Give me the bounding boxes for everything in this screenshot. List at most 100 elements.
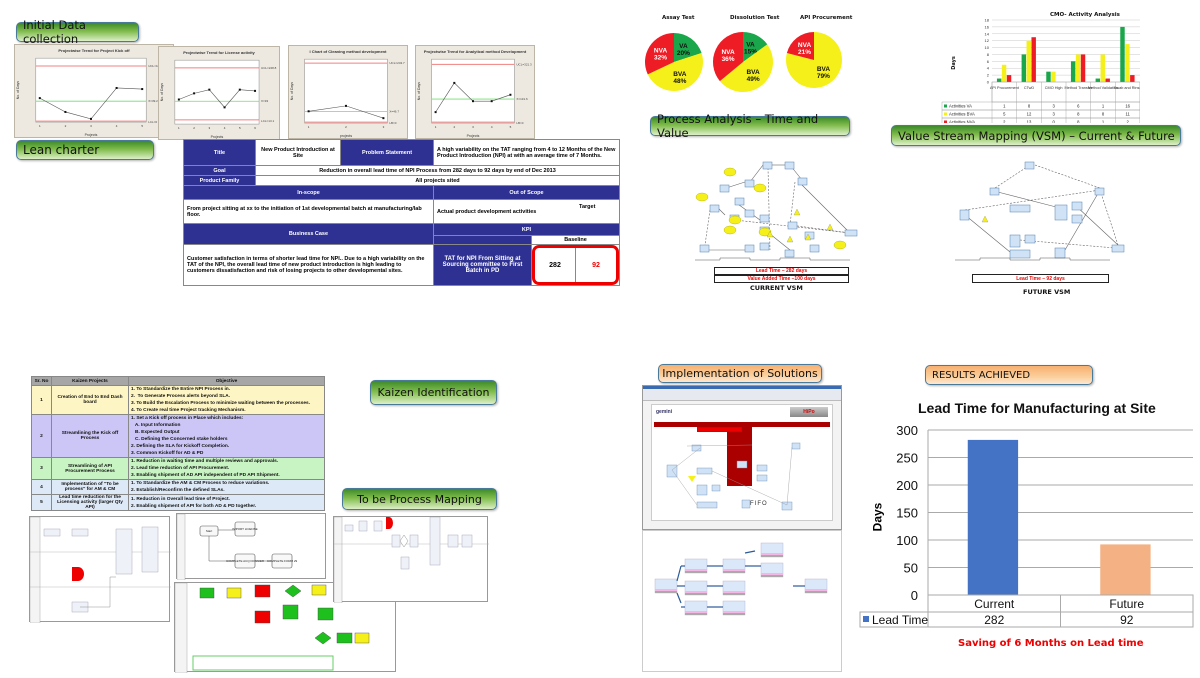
pie-label: VA <box>746 41 755 48</box>
kaizen-header-no: Sr. No <box>31 376 52 386</box>
data-point <box>509 93 512 96</box>
y-tick-label: 12 <box>985 38 990 43</box>
vsm-process-box <box>1054 204 1068 221</box>
implementation-screenshot-network <box>642 530 842 672</box>
y-tick-label: 300 <box>896 423 918 438</box>
data-point <box>472 100 474 103</box>
x-tick-label: 3 <box>90 124 92 128</box>
table-value: 8 <box>1028 104 1031 109</box>
kaizen-objective-line: 2. Establish/Reconfirm the defined SLAs. <box>131 488 225 493</box>
network-node-footer <box>723 593 745 595</box>
data-point <box>208 88 211 91</box>
vsm-process-box <box>787 221 798 230</box>
kaizen-objective-line: 2. To Generate Process alerts beyond SLA… <box>131 394 231 399</box>
control-chart-svg: UCL=321.3 X=131.6 LB=0 Projects No. of Days 1… <box>417 58 532 138</box>
vsm-process-box <box>784 161 795 170</box>
category-label: API Procurement <box>990 86 1020 90</box>
kaizen-objective-line: A. Input Information <box>131 423 181 428</box>
kaizen-objective-line: 4. To Create real time Project tracking … <box>131 408 246 413</box>
vsm-kaizen-burst <box>723 225 737 235</box>
control-chart-license: Projectwise Trend for License activity U… <box>158 46 280 140</box>
network-node-status <box>655 589 677 591</box>
limit-label: LCL=13.1 <box>261 119 274 123</box>
network-arrow <box>676 565 682 582</box>
vsm-timeline <box>695 257 850 261</box>
header-initial-data-collection: Initial Data collection <box>16 18 139 46</box>
y-tick-label: 50 <box>904 561 918 576</box>
y-tick-label: 0 <box>911 588 918 603</box>
results-chart: Lead Time for Manufacturing at Site Days… <box>858 395 1198 655</box>
vsm-process-box <box>1009 249 1031 259</box>
bar <box>1026 40 1031 82</box>
kaizen-row: 4 Implementation of "To be process" for A… <box>31 479 325 495</box>
network-node-status <box>761 553 783 555</box>
pie-label: NVA <box>721 49 735 56</box>
pie-chart: VA15%BVA49%NVA36% <box>713 32 773 92</box>
kaizen-row-no: 1 <box>31 385 52 415</box>
network-node-footer <box>723 571 745 573</box>
process-step <box>461 534 473 548</box>
kaizen-table: Sr. No Kaizen Projects Objective 1 Creati… <box>31 376 325 511</box>
charter-kpi-label: KPI <box>433 223 620 236</box>
pie-value: 36% <box>722 56 735 63</box>
y-axis-label: No. of Days <box>290 82 294 101</box>
legend-swatch <box>863 616 869 622</box>
table-value: 3 <box>1052 112 1055 117</box>
kaizen-row-no: 2 <box>31 414 52 458</box>
x-axis-label: Projects <box>467 134 480 138</box>
header-to-be-text: To be Process Mapping <box>357 492 482 506</box>
future-vsm-diagram <box>955 161 1125 261</box>
process-step-label: IMPORT LICENSE <box>232 527 257 531</box>
x-axis-label: projects <box>340 134 353 138</box>
future-vsm: Lead Time – 92 days FUTURE VSM <box>950 160 1135 300</box>
current-lead-time: Lead Time – 282 days <box>714 267 849 275</box>
kaizen-row-objective: 1. To Standardize the Entire NPI Process… <box>128 385 325 415</box>
cmo-chart-svg: 024681012141618API Procurement CTwD CMO Hi… <box>941 18 1140 123</box>
charter-family-value: All projects sited <box>255 175 620 186</box>
network-node-status <box>685 611 707 613</box>
to-be-map-import: Start IMPORT LICENSE COMPLETE ACQ DOSSIER C… <box>176 513 326 581</box>
network-node-footer <box>805 591 827 593</box>
charter-inscope-value: From project sitting at xx to the initia… <box>183 199 434 224</box>
x-tick-label: 2 <box>65 124 67 128</box>
bar <box>1075 54 1081 82</box>
data-point <box>38 97 41 100</box>
kaizen-row: 1 Creation of End to End Dash board 1. To … <box>31 385 325 415</box>
vsm-process-box <box>1094 187 1105 196</box>
x-tick-label: 1 <box>39 124 41 128</box>
results-chart-svg: 0 50 100 150 200 250 300 Current Future 282 92 Lead… <box>859 423 1194 628</box>
process-step <box>429 516 441 566</box>
kaizen-objective-line: 1. To Standardize the AM & CM Process to… <box>131 481 270 486</box>
swimlane-header <box>176 513 186 581</box>
legend-swatch <box>944 112 947 116</box>
process-step <box>409 534 419 548</box>
charter-business-label: Business Case <box>183 223 434 245</box>
data-table-value: 282 <box>984 613 1004 627</box>
header-to-be-process-mapping: To be Process Mapping <box>342 488 497 510</box>
process-step <box>447 534 459 548</box>
kaizen-row-no: 4 <box>31 479 52 495</box>
kaizen-objective-line: 1. Reduction in waiting time and multipl… <box>131 459 279 464</box>
vsm-process-box <box>1111 244 1125 253</box>
limit-label: LB=0 <box>389 121 396 125</box>
process-step <box>282 604 299 620</box>
y-tick-label: 250 <box>896 451 918 466</box>
pie-label: VA <box>679 43 688 50</box>
table-value: 1 <box>1102 104 1105 109</box>
control-chart-analytical: Projectwise Trend for Analytical method … <box>415 45 535 139</box>
x-tick-label: 1 <box>178 126 180 130</box>
vsm-process-box <box>989 187 1000 196</box>
pie-label: BVA <box>673 71 687 78</box>
process-step <box>43 528 61 537</box>
header-vsm-text: Value Stream Mapping (VSM) – Current & F… <box>898 128 1175 143</box>
browser-toolbar <box>643 389 841 401</box>
table-value: 11 <box>1125 112 1130 117</box>
data-point <box>382 117 385 120</box>
decision-delay <box>386 517 393 529</box>
vsm-process-box <box>809 244 820 253</box>
y-tick-label: 6 <box>987 59 990 64</box>
kaizen-row-project: Streamlining of API Procurement Process <box>51 457 129 480</box>
bar <box>1006 75 1012 82</box>
data-point <box>64 110 67 113</box>
vsm-process-box <box>1071 214 1083 224</box>
